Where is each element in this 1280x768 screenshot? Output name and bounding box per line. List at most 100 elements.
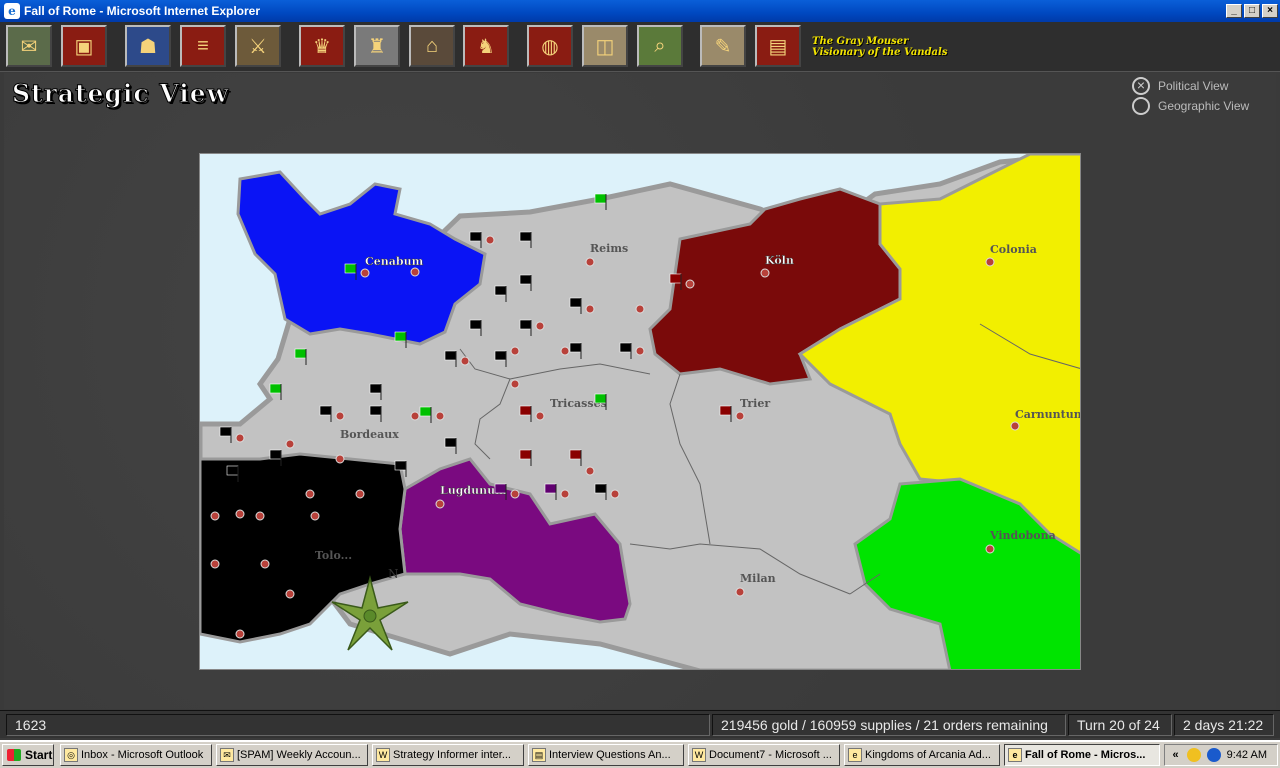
city-icon[interactable]: [985, 257, 995, 267]
city-label-tolosa[interactable]: Tolo...: [315, 549, 352, 562]
army-flag-icon[interactable]: [226, 465, 239, 476]
task-document7[interactable]: W Document7 - Microsoft ...: [688, 744, 840, 766]
city-label-colonia[interactable]: Colonia: [990, 243, 1037, 256]
army-flag-icon[interactable]: [569, 297, 582, 308]
map-svg[interactable]: N Cenabum Reims Köln Colonia Tricasses T…: [200, 154, 1081, 670]
army-flag-icon[interactable]: [619, 342, 632, 353]
city-icon[interactable]: [235, 509, 245, 519]
army-flag-icon[interactable]: [469, 231, 482, 242]
army-flag-icon[interactable]: [469, 319, 482, 330]
city-icon[interactable]: [360, 268, 370, 278]
city-icon[interactable]: [355, 489, 365, 499]
city-icon[interactable]: [585, 257, 595, 267]
army-flag-icon[interactable]: [344, 263, 357, 274]
army-flag-icon[interactable]: [219, 426, 232, 437]
city-icon[interactable]: [535, 321, 545, 331]
city-icon[interactable]: [335, 411, 345, 421]
bluetooth-icon[interactable]: [1206, 748, 1221, 762]
city-icon[interactable]: [210, 559, 220, 569]
city-icon[interactable]: [305, 489, 315, 499]
city-icon[interactable]: [285, 439, 295, 449]
radio-empty-icon[interactable]: [1132, 97, 1150, 115]
army-flag-icon[interactable]: [719, 405, 732, 416]
minimize-button[interactable]: _: [1226, 4, 1242, 18]
city-icon[interactable]: [435, 499, 445, 509]
city-icon[interactable]: [510, 379, 520, 389]
city-icon[interactable]: [260, 559, 270, 569]
city-icon[interactable]: [610, 489, 620, 499]
city-icon[interactable]: [235, 629, 245, 639]
city-icon[interactable]: [735, 411, 745, 421]
army-flag-icon[interactable]: [519, 274, 532, 285]
city-label-cenabum[interactable]: Cenabum: [365, 255, 424, 268]
city-icon[interactable]: [760, 268, 770, 278]
army-flag-icon[interactable]: [569, 342, 582, 353]
parchment-icon[interactable]: ≡: [180, 25, 226, 67]
strategic-map[interactable]: N Cenabum Reims Köln Colonia Tricasses T…: [199, 153, 1081, 670]
wizard-icon[interactable]: ☗: [125, 25, 171, 67]
city-icon[interactable]: [460, 356, 470, 366]
scroll-money-icon[interactable]: ✉: [6, 25, 52, 67]
army-flag-icon[interactable]: [294, 348, 307, 359]
army-flag-icon[interactable]: [594, 483, 607, 494]
city-icon[interactable]: [560, 489, 570, 499]
army-flag-icon[interactable]: [494, 285, 507, 296]
city-label-milan[interactable]: Milan: [740, 572, 776, 585]
city-icon[interactable]: [985, 544, 995, 554]
city-icon[interactable]: [585, 466, 595, 476]
army-flag-icon[interactable]: [569, 449, 582, 460]
geographic-view-option[interactable]: Geographic View: [1132, 97, 1249, 115]
task-outlook[interactable]: ◎ Inbox - Microsoft Outlook: [60, 744, 212, 766]
close-button[interactable]: ×: [1262, 4, 1278, 18]
army-flag-icon[interactable]: [519, 405, 532, 416]
city-label-carnuntum[interactable]: Carnuntum: [1015, 408, 1081, 421]
city-label-trier[interactable]: Trier: [740, 397, 770, 410]
city-label-reims[interactable]: Reims: [590, 242, 628, 255]
city-icon[interactable]: [685, 279, 695, 289]
city-icon[interactable]: [210, 511, 220, 521]
city-icon[interactable]: [635, 346, 645, 356]
city-icon[interactable]: [510, 346, 520, 356]
army-flag-icon[interactable]: [269, 449, 282, 460]
city-label-koln[interactable]: Köln: [765, 254, 794, 267]
army-flag-icon[interactable]: [494, 350, 507, 361]
legion-icon[interactable]: ♜: [354, 25, 400, 67]
tray-expand-icon[interactable]: «: [1173, 749, 1179, 761]
city-icon[interactable]: [485, 235, 495, 245]
army-flag-icon[interactable]: [394, 460, 407, 471]
army-flag-icon[interactable]: [519, 231, 532, 242]
radio-selected-icon[interactable]: ×: [1132, 77, 1150, 95]
city-icon[interactable]: [510, 489, 520, 499]
city-icon[interactable]: [235, 433, 245, 443]
city-icon[interactable]: [635, 304, 645, 314]
tray-app-icon[interactable]: [1186, 748, 1201, 762]
army-flag-icon[interactable]: [519, 319, 532, 330]
army-flag-icon[interactable]: [669, 273, 682, 284]
city-label-bordeaux[interactable]: Bordeaux: [340, 428, 399, 441]
city-icon[interactable]: [1010, 421, 1020, 431]
city-icon[interactable]: [435, 411, 445, 421]
task-fall-of-rome[interactable]: e Fall of Rome - Micros...: [1004, 744, 1160, 766]
globe-icon[interactable]: ◍: [527, 25, 573, 67]
political-view-option[interactable]: × Political View: [1132, 77, 1228, 95]
army-flag-icon[interactable]: [544, 483, 557, 494]
task-kingdoms-of-arcania[interactable]: e Kingdoms of Arcania Ad...: [844, 744, 1000, 766]
city-icon[interactable]: [535, 411, 545, 421]
books-icon[interactable]: ▤: [755, 25, 801, 67]
task-spam-mail[interactable]: ✉ [SPAM] Weekly Accoun...: [216, 744, 368, 766]
army-flag-icon[interactable]: [369, 405, 382, 416]
crown-icon[interactable]: ♛: [299, 25, 345, 67]
army-flag-icon[interactable]: [419, 406, 432, 417]
map-icon[interactable]: ◫: [582, 25, 628, 67]
city-icon[interactable]: [255, 511, 265, 521]
army-flag-icon[interactable]: [269, 383, 282, 394]
task-strategy-informer[interactable]: W Strategy Informer inter...: [372, 744, 524, 766]
army-flag-icon[interactable]: [494, 483, 507, 494]
city-label-vindobona[interactable]: Vindobona: [989, 529, 1056, 542]
market-icon[interactable]: ⌂: [409, 25, 455, 67]
city-icon[interactable]: [410, 267, 420, 277]
writing-icon[interactable]: ✎: [700, 25, 746, 67]
city-icon[interactable]: [285, 589, 295, 599]
city-icon[interactable]: [560, 346, 570, 356]
army-flag-icon[interactable]: [594, 393, 607, 404]
